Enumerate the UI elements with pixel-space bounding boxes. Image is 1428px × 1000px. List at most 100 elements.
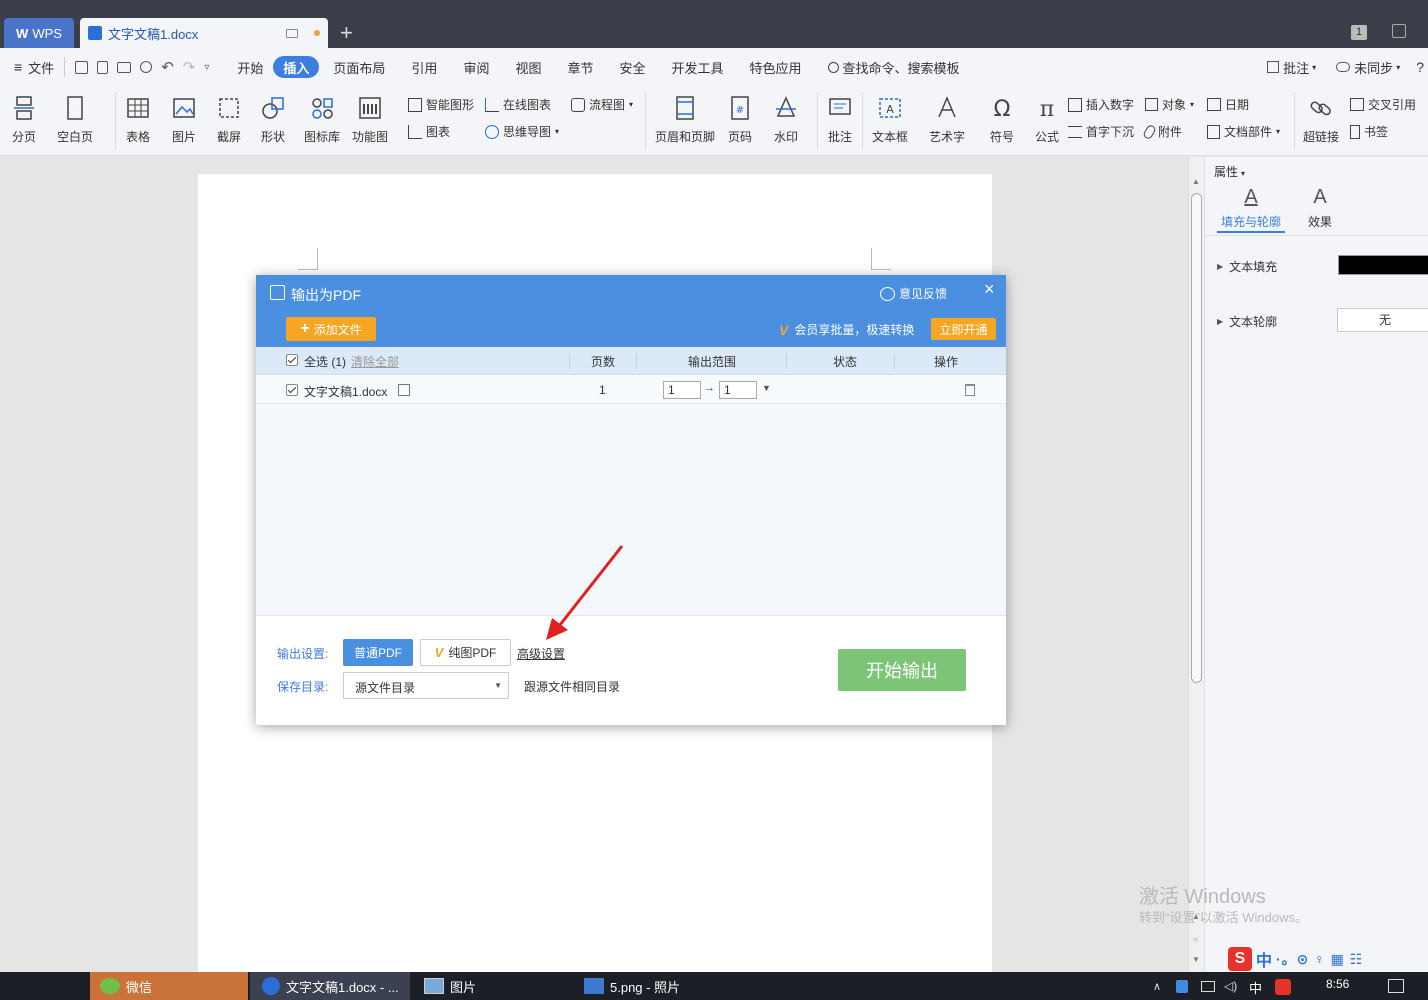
taskbar-pictures[interactable]: 图片 xyxy=(420,972,570,1000)
tray-ime-label[interactable]: 中 xyxy=(1249,978,1262,997)
help-icon[interactable]: ? xyxy=(1410,56,1428,78)
monitor-icon[interactable] xyxy=(286,28,298,38)
online-chart-button[interactable]: 在线图表 xyxy=(485,96,551,113)
taskbar-photos[interactable]: 5.png - 照片 xyxy=(580,972,740,1000)
formula-button[interactable]: π 公式 xyxy=(1033,94,1061,145)
save-icon[interactable] xyxy=(75,60,89,74)
save-dir-select[interactable]: 源文件目录 ▼ xyxy=(343,672,509,699)
format-painter-icon[interactable] xyxy=(97,60,109,74)
normal-pdf-button[interactable]: 普通PDF xyxy=(343,639,413,666)
icon-library-button[interactable]: 图标库 xyxy=(304,94,340,145)
table-row[interactable]: 文字文稿1.docx 1 1 → 1 ▼ xyxy=(256,376,1006,404)
wordart-button[interactable]: 艺术字 xyxy=(929,94,965,145)
menu-insert[interactable]: 插入 xyxy=(273,56,320,78)
table-button[interactable]: 表格 xyxy=(124,94,152,145)
scrollbar-thumb[interactable] xyxy=(1191,193,1202,683)
textbox-button[interactable]: A 文本框 xyxy=(872,94,908,145)
screenshot-button[interactable]: 截屏 xyxy=(215,94,243,145)
menu-security[interactable]: 安全 xyxy=(609,56,655,78)
tray-network-icon[interactable] xyxy=(1201,981,1215,992)
range-to-input[interactable]: 1 xyxy=(719,381,757,399)
redo-icon[interactable]: ↷ xyxy=(183,58,196,76)
wps-home-tab[interactable]: W WPS xyxy=(4,18,74,48)
skin-icon[interactable] xyxy=(1392,24,1406,38)
watermark-button[interactable]: 水印 xyxy=(772,94,800,145)
doc-parts-button[interactable]: 文档部件 ▾ xyxy=(1207,123,1280,140)
menu-start[interactable]: 开始 xyxy=(227,56,273,78)
range-from-input[interactable]: 1 xyxy=(663,381,701,399)
text-outline-row[interactable]: ▶ 文本轮廓 xyxy=(1217,313,1277,330)
tray-volume-icon[interactable]: ◁) xyxy=(1224,979,1237,993)
cross-ref-button[interactable]: 交叉引用 xyxy=(1350,96,1416,113)
print-preview-icon[interactable] xyxy=(140,61,153,73)
rename-icon[interactable] xyxy=(398,384,410,396)
menu-chapter[interactable]: 章节 xyxy=(557,56,603,78)
menu-special[interactable]: 特色应用 xyxy=(740,56,812,78)
start-export-button[interactable]: 开始输出 xyxy=(838,649,966,691)
date-button[interactable]: 日期 xyxy=(1207,96,1249,113)
customize-toolbar-icon[interactable]: ▿ xyxy=(204,62,209,73)
symbol-button[interactable]: Ω 符号 xyxy=(988,94,1016,145)
comment-button[interactable]: 批注 xyxy=(826,94,854,145)
clear-all-link[interactable]: 清除全部 xyxy=(351,353,399,370)
undo-icon[interactable]: ↶ xyxy=(161,58,174,76)
menu-page-layout[interactable]: 页面布局 xyxy=(323,56,395,78)
window-count-badge[interactable]: 1 xyxy=(1351,25,1367,40)
attachment-button[interactable]: 附件 xyxy=(1142,123,1182,140)
print-icon[interactable] xyxy=(117,61,132,73)
image-pdf-button[interactable]: V 纯图PDF xyxy=(420,639,511,666)
insert-number-button[interactable]: 插入数字 xyxy=(1068,96,1134,113)
text-fill-color-swatch[interactable] xyxy=(1338,255,1428,275)
row-checkbox[interactable] xyxy=(286,384,298,399)
scroll-select-browse[interactable]: ○ xyxy=(1193,935,1198,944)
mind-map-button[interactable]: 思维导图 ▾ xyxy=(485,123,559,140)
menu-review[interactable]: 审阅 xyxy=(453,56,499,78)
page-number-button[interactable]: # 页码 xyxy=(726,94,754,145)
menu-developer[interactable]: 开发工具 xyxy=(662,56,734,78)
comment-menu[interactable]: 批注 ▾ xyxy=(1257,56,1326,78)
select-all-checkbox[interactable] xyxy=(286,354,298,369)
vertical-scrollbar[interactable]: ▲ ▲ ○ ▼ xyxy=(1188,157,1204,972)
menu-view[interactable]: 视图 xyxy=(505,56,551,78)
advanced-settings-link[interactable]: 高级设置 xyxy=(517,645,565,662)
notification-icon[interactable] xyxy=(1388,979,1404,993)
add-file-button[interactable]: + 添加文件 xyxy=(286,317,376,341)
new-tab-button[interactable]: + xyxy=(340,20,353,46)
scroll-up-arrow[interactable]: ▲ xyxy=(1192,177,1200,186)
feedback-link[interactable]: 意见反馈 xyxy=(880,285,947,302)
tray-shield-icon[interactable] xyxy=(1176,980,1188,993)
tray-chevron-up-icon[interactable]: ∧ xyxy=(1153,980,1161,993)
function-chart-button[interactable]: 功能图 xyxy=(352,94,388,145)
menu-references[interactable]: 引用 xyxy=(401,56,447,78)
tab-effect[interactable]: A 效果 xyxy=(1295,185,1345,233)
sync-status[interactable]: 未同步 ▾ xyxy=(1326,56,1410,78)
blank-page-button[interactable]: 空白页 xyxy=(57,94,93,145)
taskbar-wechat[interactable]: 微信 xyxy=(90,972,248,1000)
smart-shape-button[interactable]: 智能图形 xyxy=(408,96,474,113)
tray-sogou-icon[interactable] xyxy=(1275,979,1291,995)
document-tab[interactable]: 文字文稿1.docx xyxy=(80,18,328,48)
command-search[interactable]: 查找命令、搜索模板 xyxy=(818,56,970,78)
scroll-next-page[interactable]: ▼ xyxy=(1192,955,1200,964)
properties-title[interactable]: 属性 ▾ xyxy=(1214,163,1245,180)
text-outline-select[interactable]: 无 xyxy=(1337,308,1428,332)
range-dropdown-icon[interactable]: ▼ xyxy=(762,383,771,393)
taskbar-wps-doc[interactable]: 文字文稿1.docx - ... xyxy=(250,972,410,1000)
header-footer-button[interactable]: 页眉和页脚 xyxy=(655,94,715,145)
drop-cap-button[interactable]: 首字下沉 xyxy=(1068,123,1134,140)
flowchart-button[interactable]: 流程图 ▾ xyxy=(571,96,633,113)
page-break-button[interactable]: 分页 xyxy=(10,94,38,145)
object-button[interactable]: 对象 ▾ xyxy=(1145,96,1194,113)
text-fill-row[interactable]: ▶ 文本填充 xyxy=(1217,258,1277,275)
picture-button[interactable]: 图片 xyxy=(170,94,198,145)
tab-fill-outline[interactable]: A 填充与轮廓 xyxy=(1217,185,1285,233)
tray-clock[interactable]: 8:56 xyxy=(1326,977,1349,991)
delete-icon[interactable] xyxy=(965,384,975,396)
hyperlink-button[interactable]: 超链接 xyxy=(1303,94,1339,145)
bookmark-button[interactable]: 书签 xyxy=(1350,123,1388,140)
chart-button[interactable]: 图表 xyxy=(408,123,450,140)
file-menu[interactable]: ≡ 文件 xyxy=(0,56,64,78)
shape-button[interactable]: 形状 xyxy=(259,94,287,145)
close-icon[interactable]: × xyxy=(984,279,995,300)
vip-open-button[interactable]: 立即开通 xyxy=(931,318,996,340)
